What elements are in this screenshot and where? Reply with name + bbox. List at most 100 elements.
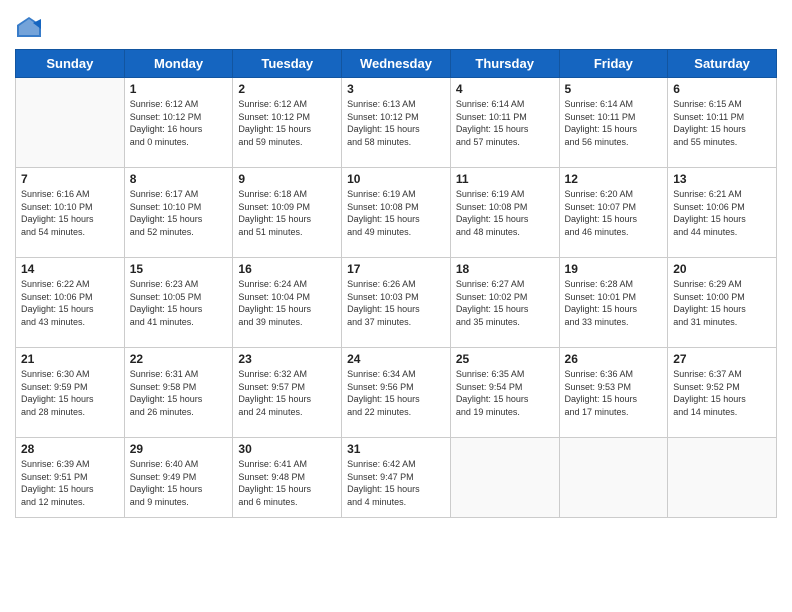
day-header-saturday: Saturday <box>668 50 777 78</box>
day-cell-15: 15 Sunrise: 6:23 AM Sunset: 10:05 PM Dayl… <box>124 258 233 348</box>
day-cell-6: 6Sunrise: 6:15 AM Sunset: 10:11 PM Dayli… <box>668 78 777 168</box>
day-info: Sunrise: 6:17 AM Sunset: 10:10 PM Daylig… <box>130 188 228 238</box>
day-header-monday: Monday <box>124 50 233 78</box>
day-info: Sunrise: 6:18 AM Sunset: 10:09 PM Daylig… <box>238 188 336 238</box>
day-number: 30 <box>238 442 336 456</box>
day-header-thursday: Thursday <box>450 50 559 78</box>
day-number: 24 <box>347 352 445 366</box>
day-number: 22 <box>130 352 228 366</box>
day-number: 28 <box>21 442 119 456</box>
day-number: 26 <box>565 352 663 366</box>
day-cell-10: 10Sunrise: 6:19 AM Sunset: 10:08 PM Dayl… <box>342 168 451 258</box>
day-header-wednesday: Wednesday <box>342 50 451 78</box>
day-cell-13: 13 Sunrise: 6:21 AM Sunset: 10:06 PM Dayl… <box>668 168 777 258</box>
day-cell-empty-4-4 <box>450 438 559 518</box>
day-cell-18: 18 Sunrise: 6:27 AM Sunset: 10:02 PM Dayl… <box>450 258 559 348</box>
header-row: SundayMondayTuesdayWednesdayThursdayFrid… <box>16 50 777 78</box>
day-cell-16: 16 Sunrise: 6:24 AM Sunset: 10:04 PM Dayl… <box>233 258 342 348</box>
day-cell-26: 26 Sunrise: 6:36 AM Sunset: 9:53 PM Dayli… <box>559 348 668 438</box>
day-info: Sunrise: 6:35 AM Sunset: 9:54 PM Dayligh… <box>456 368 554 418</box>
day-cell-24: 24 Sunrise: 6:34 AM Sunset: 9:56 PM Dayli… <box>342 348 451 438</box>
week-row-4: 28 Sunrise: 6:39 AM Sunset: 9:51 PM Dayli… <box>16 438 777 518</box>
day-number: 10 <box>347 172 445 186</box>
day-info: Sunrise: 6:34 AM Sunset: 9:56 PM Dayligh… <box>347 368 445 418</box>
day-cell-empty-4-6 <box>668 438 777 518</box>
day-info: Sunrise: 6:23 AM Sunset: 10:05 PM Daylig… <box>130 278 228 328</box>
day-info: Sunrise: 6:36 AM Sunset: 9:53 PM Dayligh… <box>565 368 663 418</box>
day-header-friday: Friday <box>559 50 668 78</box>
calendar-table: SundayMondayTuesdayWednesdayThursdayFrid… <box>15 49 777 518</box>
day-number: 25 <box>456 352 554 366</box>
day-info: Sunrise: 6:13 AM Sunset: 10:12 PM Daylig… <box>347 98 445 148</box>
day-cell-1: 1 Sunrise: 6:12 AM Sunset: 10:12 PM Dayli… <box>124 78 233 168</box>
day-cell-12: 12 Sunrise: 6:20 AM Sunset: 10:07 PM Dayl… <box>559 168 668 258</box>
day-number: 13 <box>673 172 771 186</box>
week-row-1: 7 Sunrise: 6:16 AM Sunset: 10:10 PM Dayli… <box>16 168 777 258</box>
day-info: Sunrise: 6:32 AM Sunset: 9:57 PM Dayligh… <box>238 368 336 418</box>
day-number: 11 <box>456 172 554 186</box>
day-number: 4 <box>456 82 554 96</box>
day-cell-5: 5Sunrise: 6:14 AM Sunset: 10:11 PM Dayli… <box>559 78 668 168</box>
day-info: Sunrise: 6:22 AM Sunset: 10:06 PM Daylig… <box>21 278 119 328</box>
day-number: 9 <box>238 172 336 186</box>
day-number: 2 <box>238 82 336 96</box>
day-cell-14: 14 Sunrise: 6:22 AM Sunset: 10:06 PM Dayl… <box>16 258 125 348</box>
day-info: Sunrise: 6:41 AM Sunset: 9:48 PM Dayligh… <box>238 458 336 508</box>
day-number: 14 <box>21 262 119 276</box>
logo-icon <box>15 15 43 39</box>
day-number: 16 <box>238 262 336 276</box>
day-cell-9: 9 Sunrise: 6:18 AM Sunset: 10:09 PM Dayli… <box>233 168 342 258</box>
day-info: Sunrise: 6:42 AM Sunset: 9:47 PM Dayligh… <box>347 458 445 508</box>
day-number: 27 <box>673 352 771 366</box>
day-cell-empty-0-0 <box>16 78 125 168</box>
day-cell-25: 25 Sunrise: 6:35 AM Sunset: 9:54 PM Dayli… <box>450 348 559 438</box>
day-cell-28: 28 Sunrise: 6:39 AM Sunset: 9:51 PM Dayli… <box>16 438 125 518</box>
day-info: Sunrise: 6:27 AM Sunset: 10:02 PM Daylig… <box>456 278 554 328</box>
day-info: Sunrise: 6:29 AM Sunset: 10:00 PM Daylig… <box>673 278 771 328</box>
day-number: 5 <box>565 82 663 96</box>
day-cell-empty-4-5 <box>559 438 668 518</box>
day-number: 1 <box>130 82 228 96</box>
day-number: 18 <box>456 262 554 276</box>
day-cell-4: 4Sunrise: 6:14 AM Sunset: 10:11 PM Dayli… <box>450 78 559 168</box>
day-info: Sunrise: 6:30 AM Sunset: 9:59 PM Dayligh… <box>21 368 119 418</box>
day-number: 20 <box>673 262 771 276</box>
day-cell-3: 3 Sunrise: 6:13 AM Sunset: 10:12 PM Dayli… <box>342 78 451 168</box>
day-info: Sunrise: 6:31 AM Sunset: 9:58 PM Dayligh… <box>130 368 228 418</box>
day-info: Sunrise: 6:12 AM Sunset: 10:12 PM Daylig… <box>238 98 336 148</box>
day-number: 15 <box>130 262 228 276</box>
day-cell-20: 20 Sunrise: 6:29 AM Sunset: 10:00 PM Dayl… <box>668 258 777 348</box>
day-cell-22: 22 Sunrise: 6:31 AM Sunset: 9:58 PM Dayli… <box>124 348 233 438</box>
day-info: Sunrise: 6:21 AM Sunset: 10:06 PM Daylig… <box>673 188 771 238</box>
day-cell-11: 11 Sunrise: 6:19 AM Sunset: 10:08 PM Dayl… <box>450 168 559 258</box>
day-cell-31: 31 Sunrise: 6:42 AM Sunset: 9:47 PM Dayli… <box>342 438 451 518</box>
day-info: Sunrise: 6:24 AM Sunset: 10:04 PM Daylig… <box>238 278 336 328</box>
day-info: Sunrise: 6:40 AM Sunset: 9:49 PM Dayligh… <box>130 458 228 508</box>
day-cell-23: 23 Sunrise: 6:32 AM Sunset: 9:57 PM Dayli… <box>233 348 342 438</box>
day-cell-17: 17Sunrise: 6:26 AM Sunset: 10:03 PM Dayl… <box>342 258 451 348</box>
day-info: Sunrise: 6:19 AM Sunset: 10:08 PM Daylig… <box>456 188 554 238</box>
day-cell-7: 7 Sunrise: 6:16 AM Sunset: 10:10 PM Dayli… <box>16 168 125 258</box>
week-row-0: 1 Sunrise: 6:12 AM Sunset: 10:12 PM Dayli… <box>16 78 777 168</box>
day-number: 23 <box>238 352 336 366</box>
day-number: 29 <box>130 442 228 456</box>
day-info: Sunrise: 6:28 AM Sunset: 10:01 PM Daylig… <box>565 278 663 328</box>
day-info: Sunrise: 6:20 AM Sunset: 10:07 PM Daylig… <box>565 188 663 238</box>
day-info: Sunrise: 6:12 AM Sunset: 10:12 PM Daylig… <box>130 98 228 148</box>
day-info: Sunrise: 6:37 AM Sunset: 9:52 PM Dayligh… <box>673 368 771 418</box>
day-info: Sunrise: 6:39 AM Sunset: 9:51 PM Dayligh… <box>21 458 119 508</box>
day-cell-8: 8 Sunrise: 6:17 AM Sunset: 10:10 PM Dayli… <box>124 168 233 258</box>
day-number: 31 <box>347 442 445 456</box>
day-number: 12 <box>565 172 663 186</box>
day-number: 21 <box>21 352 119 366</box>
day-number: 7 <box>21 172 119 186</box>
day-info: Sunrise: 6:26 AM Sunset: 10:03 PM Daylig… <box>347 278 445 328</box>
day-info: Sunrise: 6:16 AM Sunset: 10:10 PM Daylig… <box>21 188 119 238</box>
day-cell-21: 21 Sunrise: 6:30 AM Sunset: 9:59 PM Dayli… <box>16 348 125 438</box>
day-number: 3 <box>347 82 445 96</box>
header <box>15 15 777 39</box>
day-cell-29: 29 Sunrise: 6:40 AM Sunset: 9:49 PM Dayli… <box>124 438 233 518</box>
page: SundayMondayTuesdayWednesdayThursdayFrid… <box>0 0 792 612</box>
day-number: 8 <box>130 172 228 186</box>
day-cell-30: 30 Sunrise: 6:41 AM Sunset: 9:48 PM Dayli… <box>233 438 342 518</box>
